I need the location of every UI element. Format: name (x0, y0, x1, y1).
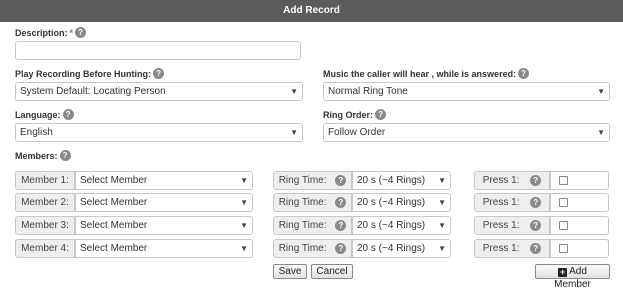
member-label: Member 2: (15, 193, 75, 212)
language-label-row: Language: ? (15, 109, 74, 120)
play-recording-label: Play Recording Before Hunting: (15, 68, 152, 79)
ring-time-label: Ring Time: ? (273, 216, 352, 235)
member-select[interactable]: Select Member ▼ (75, 193, 253, 212)
caret-down-icon: ▼ (438, 198, 446, 207)
members-label-row: Members: ? (15, 150, 71, 161)
help-icon[interactable]: ? (530, 243, 542, 254)
description-label-row: Description: * ? (15, 27, 87, 38)
press-checkbox[interactable] (559, 244, 568, 253)
caret-down-icon: ▼ (240, 198, 248, 207)
members-label: Members: (15, 150, 58, 161)
plus-square-icon: + (558, 267, 568, 277)
press-label: Press 1: ? (474, 171, 550, 190)
help-icon[interactable]: ? (530, 220, 542, 231)
ring-time-select[interactable]: 20 s (~4 Rings) ▼ (352, 239, 451, 258)
caret-down-icon: ▼ (438, 176, 446, 185)
ring-time-select[interactable]: 20 s (~4 Rings) ▼ (352, 193, 451, 212)
ring-time-label: Ring Time: ? (273, 171, 352, 190)
help-icon[interactable]: ? (335, 197, 347, 208)
help-icon[interactable]: ? (335, 220, 347, 231)
save-button[interactable]: Save (273, 264, 307, 279)
help-icon[interactable]: ? (75, 27, 87, 38)
help-icon[interactable]: ? (530, 175, 542, 186)
caret-down-icon: ▼ (240, 244, 248, 253)
press-label: Press 1: ? (474, 239, 550, 258)
member-select[interactable]: Select Member ▼ (75, 171, 253, 190)
dialog-title: Add Record (283, 5, 340, 16)
add-member-button[interactable]: + Add Member (535, 264, 610, 290)
play-recording-label-row: Play Recording Before Hunting: ? (15, 68, 165, 79)
help-icon[interactable]: ? (153, 68, 165, 79)
press-label: Press 1: ? (474, 216, 550, 235)
ring-time-select[interactable]: 20 s (~4 Rings) ▼ (352, 171, 451, 190)
language-select[interactable]: English ▼ (15, 123, 303, 142)
member-label: Member 4: (15, 239, 75, 258)
press-label: Press 1: ? (474, 193, 550, 212)
member-select[interactable]: Select Member ▼ (75, 216, 253, 235)
caret-down-icon: ▼ (240, 221, 248, 230)
caret-down-icon: ▼ (438, 244, 446, 253)
dialog-title-bar: Add Record (0, 0, 623, 22)
member-label: Member 3: (15, 216, 75, 235)
help-icon[interactable]: ? (375, 109, 387, 120)
description-label: Description: (15, 27, 68, 38)
press-checkbox[interactable] (559, 198, 568, 207)
music-select[interactable]: Normal Ring Tone ▼ (323, 82, 610, 101)
play-recording-select[interactable]: System Default: Locating Person ▼ (15, 82, 303, 101)
help-icon[interactable]: ? (518, 68, 530, 79)
description-input[interactable] (15, 41, 301, 60)
ring-time-label: Ring Time: ? (273, 239, 352, 258)
help-icon[interactable]: ? (530, 197, 542, 208)
press-checkbox[interactable] (559, 221, 568, 230)
ring-order-label-row: Ring Order: ? (323, 109, 387, 120)
caret-down-icon: ▼ (290, 128, 298, 137)
cancel-button[interactable]: Cancel (311, 264, 353, 279)
caret-down-icon: ▼ (290, 87, 298, 96)
ring-order-select[interactable]: Follow Order ▼ (323, 123, 610, 142)
member-select[interactable]: Select Member ▼ (75, 239, 253, 258)
ring-time-label: Ring Time: ? (273, 193, 352, 212)
member-label: Member 1: (15, 171, 75, 190)
music-label: Music the caller will hear , while is an… (323, 68, 517, 79)
help-icon[interactable]: ? (335, 243, 347, 254)
ring-time-select[interactable]: 20 s (~4 Rings) ▼ (352, 216, 451, 235)
ring-order-label: Ring Order: (323, 109, 374, 120)
caret-down-icon: ▼ (597, 87, 605, 96)
caret-down-icon: ▼ (438, 221, 446, 230)
music-label-row: Music the caller will hear , while is an… (323, 68, 530, 79)
caret-down-icon: ▼ (240, 176, 248, 185)
help-icon[interactable]: ? (335, 175, 347, 186)
help-icon[interactable]: ? (62, 109, 74, 120)
caret-down-icon: ▼ (597, 128, 605, 137)
help-icon[interactable]: ? (59, 150, 71, 161)
press-checkbox[interactable] (559, 176, 568, 185)
required-marker: * (69, 27, 74, 38)
language-label: Language: (15, 109, 61, 120)
